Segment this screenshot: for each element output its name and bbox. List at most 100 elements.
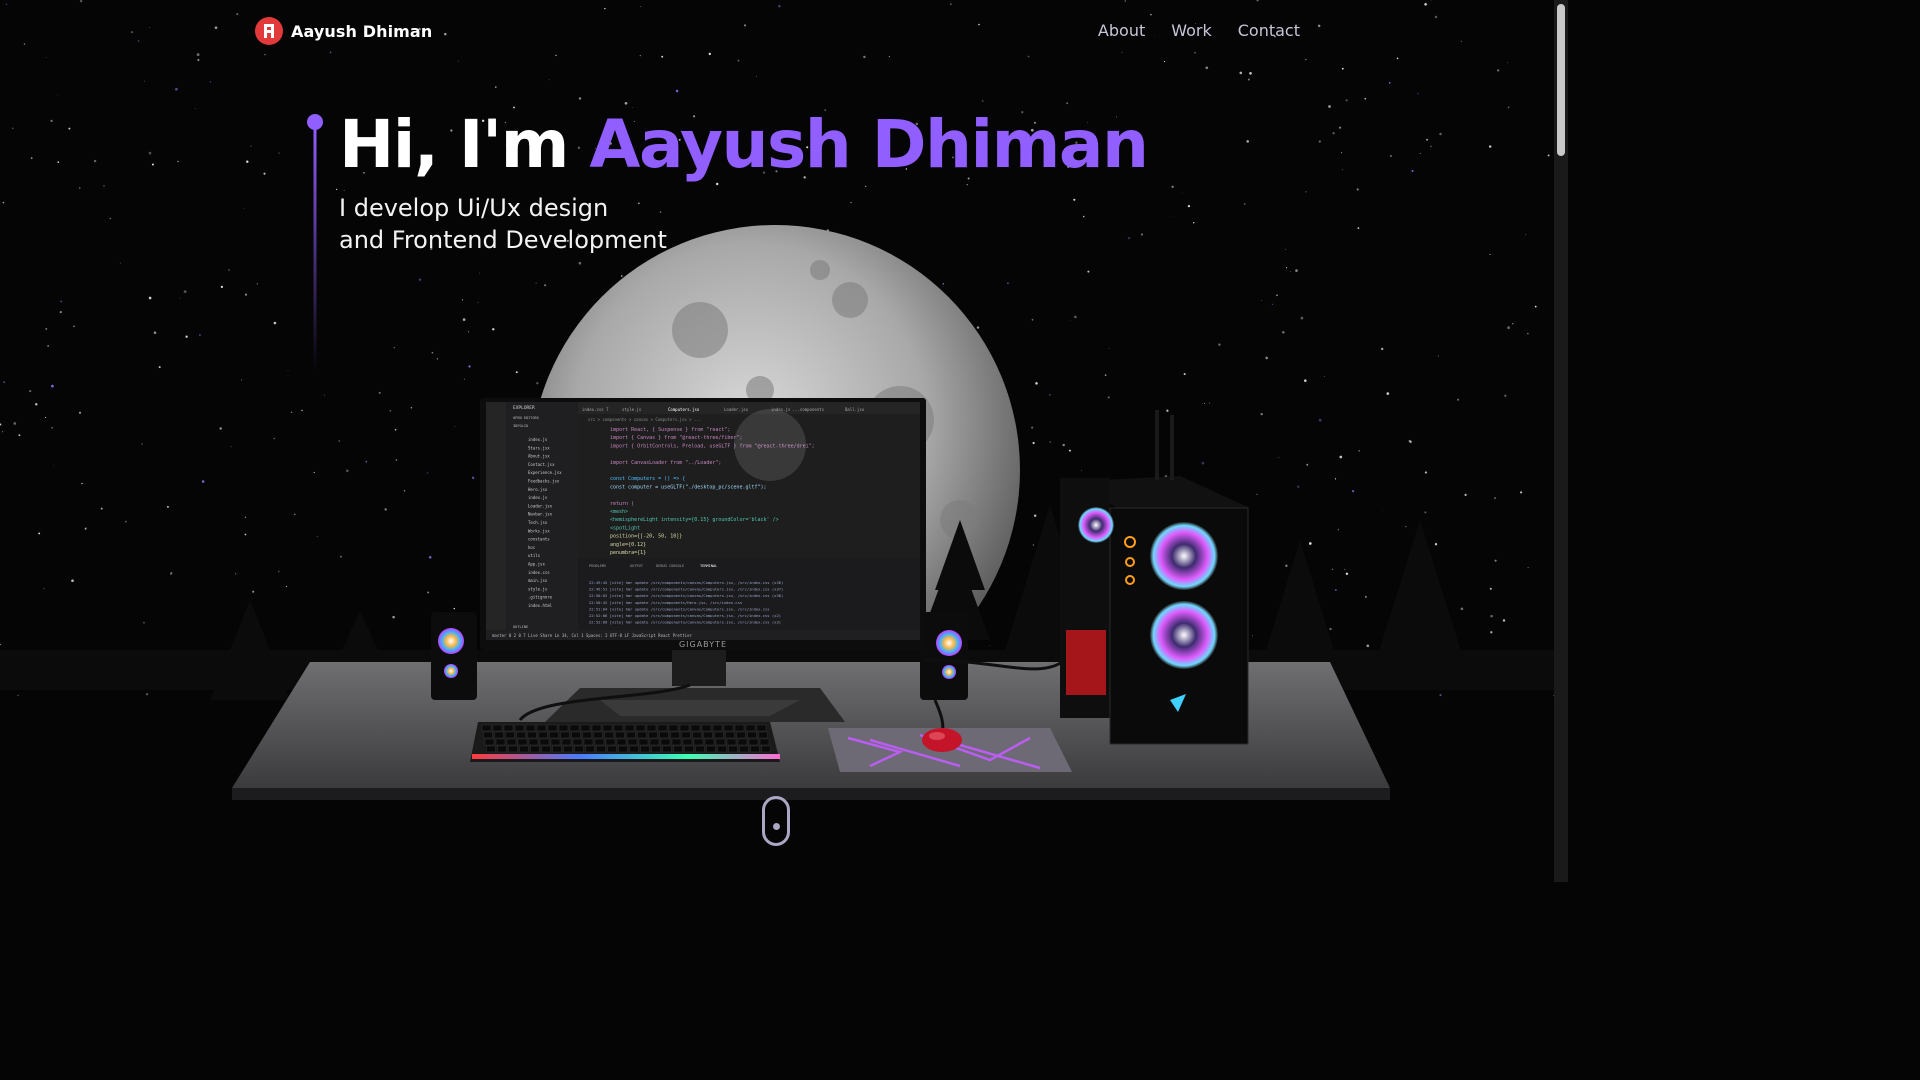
keyboard-key — [585, 745, 595, 753]
keyboard-key — [671, 738, 682, 746]
editor-sidebar-title: EXPLORER — [513, 405, 535, 411]
keyboard-key — [739, 745, 749, 753]
keyboard-key — [596, 745, 606, 753]
editor-panel-tab: OUTPUT — [630, 564, 644, 568]
keyboard-key — [484, 738, 495, 746]
editor-code-line: const computer = useGLTF("./desktop_pc/s… — [610, 484, 767, 490]
hero-title: Hi, I'm Aayush Dhiman — [339, 106, 1149, 183]
terminal-line: 22:50:42 [vite] hmr update /src/componen… — [589, 600, 742, 605]
keyboard-key — [486, 745, 496, 753]
editor-file-item: Loader.jsx — [528, 503, 553, 508]
keyboard-key — [717, 745, 727, 753]
editor-file-item: Works.jsx — [528, 528, 550, 533]
editor-code-line: <mesh> — [610, 509, 628, 515]
editor-code-line: import React, { Suspense } from "react"; — [610, 427, 730, 433]
editor-section-title: OPEN EDITORS — [513, 416, 539, 420]
keyboard-key — [726, 738, 737, 746]
keyboard-key — [682, 738, 693, 746]
keyboard-key — [635, 724, 646, 732]
keyboard-key — [684, 745, 694, 753]
keyboard-key — [538, 731, 548, 739]
editor-code-line: return ( — [610, 501, 634, 507]
keyboard-key — [627, 738, 638, 746]
editor-file-item: hoc — [528, 545, 536, 550]
keyboard-key — [659, 731, 669, 739]
scrollbar-thumb[interactable] — [1557, 4, 1565, 156]
keyboard-key — [637, 731, 647, 739]
editor-code-line: position={[-20, 50, 10]} — [610, 534, 682, 540]
editor-code-line: import { Canvas } from "@react-three/fib… — [610, 435, 742, 441]
keyboard-key — [572, 738, 583, 746]
editor-file-item: utils — [528, 553, 541, 558]
editor-file-item: index.js — [528, 495, 548, 500]
editor-tab: Computers.jsx — [668, 407, 700, 412]
keyboard-key — [571, 731, 581, 739]
keyboard-key — [712, 724, 723, 732]
editor-tab: Loader.jsx — [724, 407, 749, 412]
keyboard-key — [602, 724, 613, 732]
keyboard-key — [695, 745, 705, 753]
keyboard-key — [574, 745, 584, 753]
keyboard-key — [607, 745, 617, 753]
keyboard-key — [582, 731, 592, 739]
editor-file-item: index.js — [528, 437, 548, 442]
keyboard-key — [649, 738, 660, 746]
keyboard-key — [737, 738, 748, 746]
page-scrollbar[interactable] — [1554, 0, 1568, 882]
keyboard-key — [539, 738, 550, 746]
keyboard-key — [528, 738, 539, 746]
keyboard — [470, 722, 780, 762]
speaker-right — [920, 612, 968, 700]
editor-file-item: Hero.jsx — [528, 487, 548, 492]
keyboard-key — [516, 731, 526, 739]
keyboard-key — [758, 731, 768, 739]
keyboard-key — [657, 724, 668, 732]
keyboard-key — [748, 738, 759, 746]
keyboard-key — [613, 724, 624, 732]
keyboard-key — [747, 731, 757, 739]
editor-file-item: Contact.jsx — [528, 462, 555, 467]
hero-name: Aayush Dhiman — [589, 106, 1149, 183]
scroll-mouse-icon[interactable] — [762, 796, 790, 846]
nav-item-about[interactable]: About — [1098, 21, 1145, 40]
keyboard-key — [605, 738, 616, 746]
terminal-line: 22:49:51 [vite] hmr update /src/componen… — [589, 587, 783, 592]
editor-panel-tab: DEBUG CONSOLE — [656, 564, 684, 568]
editor-breadcrumb: src > components > canvas > Computers.js… — [588, 417, 701, 422]
keyboard-key — [690, 724, 701, 732]
keyboard-key — [494, 731, 504, 739]
keyboard-key — [723, 724, 734, 732]
editor-code-line: const Computers = () => { — [610, 476, 685, 482]
keyboard-key — [492, 724, 503, 732]
brand-logo[interactable]: Aayush Dhiman — [255, 17, 432, 45]
keyboard-key — [693, 738, 704, 746]
terminal-line: 22:52:09 [vite] hmr update /src/componen… — [589, 620, 781, 625]
keyboard-key — [725, 731, 735, 739]
keyboard-key — [517, 738, 528, 746]
keyboard-key — [497, 745, 507, 753]
editor-tab: Ball.jsx — [845, 407, 865, 412]
keyboard-key — [715, 738, 726, 746]
nav-item-contact[interactable]: Contact — [1238, 21, 1300, 40]
desk-edge — [232, 788, 1390, 800]
keyboard-key — [503, 724, 514, 732]
keyboard-key — [679, 724, 690, 732]
keyboard-key — [692, 731, 702, 739]
keyboard-key — [594, 738, 605, 746]
keyboard-key — [569, 724, 580, 732]
keyboard-key — [527, 731, 537, 739]
editor-file-item: Navbar.jsx — [528, 512, 553, 517]
keyboard-key — [495, 738, 506, 746]
editor-file-item: About.jsx — [528, 454, 550, 459]
keyboard-key — [506, 738, 517, 746]
mouse — [922, 728, 962, 752]
keyboard-key — [549, 731, 559, 739]
editor-file-item: Tech.jsx — [528, 520, 548, 525]
keyboard-key — [706, 745, 716, 753]
nav-item-work[interactable]: Work — [1171, 21, 1212, 40]
keyboard-key — [646, 724, 657, 732]
keyboard-key — [728, 745, 738, 753]
keyboard-key — [505, 731, 515, 739]
editor-file-item: Experience.jsx — [528, 470, 562, 475]
terminal-line: 22:51:04 [vite] hmr update /src/componen… — [589, 606, 770, 611]
